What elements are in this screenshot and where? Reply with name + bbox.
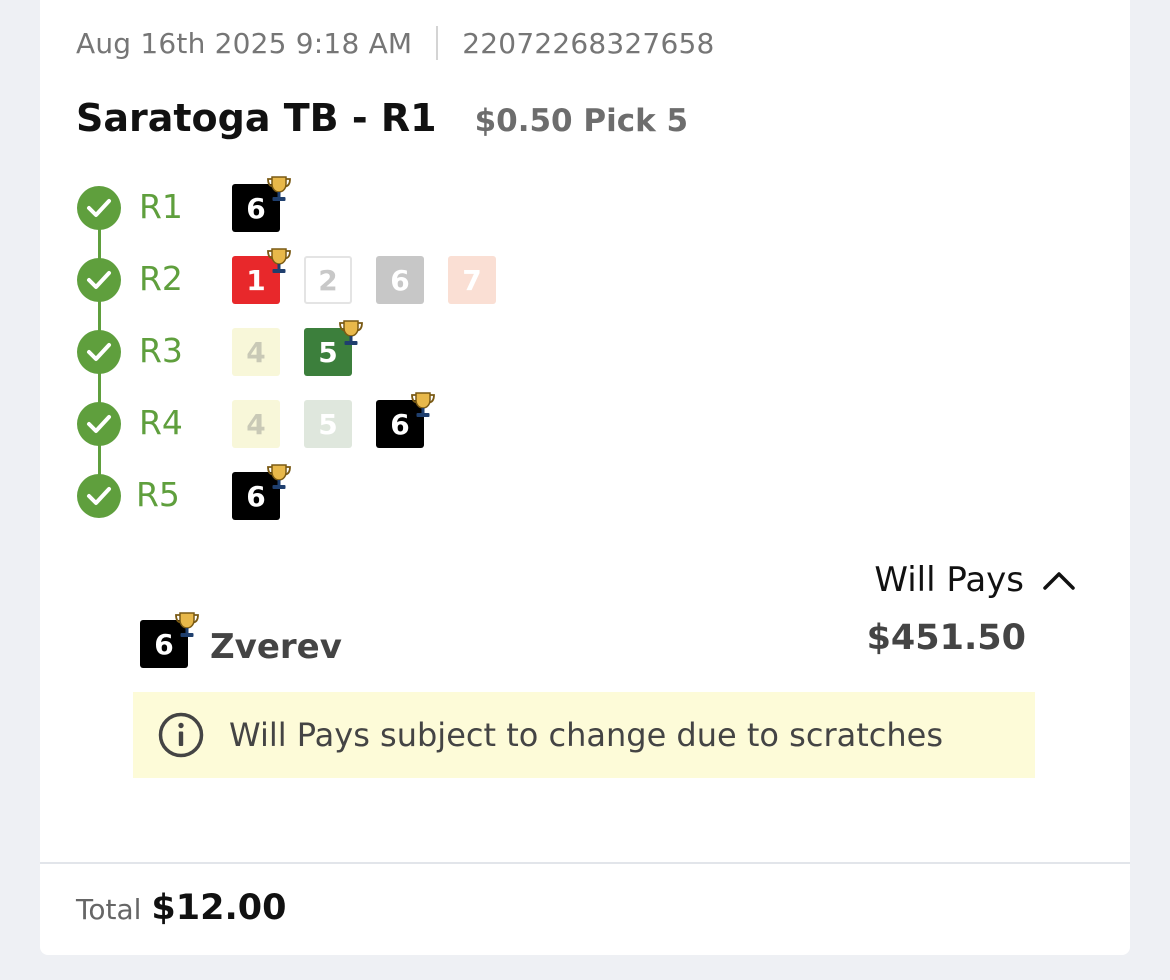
leg-label: R2 xyxy=(139,259,183,298)
will-pays-label: Will Pays xyxy=(874,560,1024,600)
will-pays-amount: $451.50 xyxy=(866,618,1026,658)
runner-selection: 4 xyxy=(232,328,280,376)
ticket-card xyxy=(40,0,1130,955)
total-label: Total xyxy=(76,893,142,926)
scratch-notice-text: Will Pays subject to change due to scrat… xyxy=(229,716,943,754)
scratch-notice: Will Pays subject to change due to scrat… xyxy=(133,692,1035,778)
trophy-icon xyxy=(175,612,199,637)
check-circle-icon xyxy=(77,402,121,446)
trophy-icon xyxy=(267,176,291,201)
leg-label: R4 xyxy=(139,403,183,442)
trophy-icon xyxy=(267,464,291,489)
check-circle-icon xyxy=(77,258,121,302)
trophy-icon xyxy=(411,392,435,417)
will-pays-runner: 6 Zverev xyxy=(140,612,342,668)
leg-label: R3 xyxy=(139,331,183,370)
chevron-up-icon xyxy=(1043,572,1075,590)
wager-type: $0.50 Pick 5 xyxy=(474,103,689,139)
info-icon xyxy=(158,712,204,758)
runner-name: Zverev xyxy=(210,627,342,667)
footer-divider xyxy=(40,862,1130,864)
ticket-title-row: Saratoga TB - R1 $0.50 Pick 5 xyxy=(76,96,688,140)
leg-label: R5 xyxy=(136,475,180,514)
ticket-id: 22072268327658 xyxy=(462,26,715,60)
runner-selection: 7 xyxy=(448,256,496,304)
meta-separator xyxy=(436,26,439,60)
check-circle-icon xyxy=(77,474,121,518)
trophy-icon xyxy=(267,248,291,273)
will-pays-saddle-cloth: 6 xyxy=(140,612,199,668)
will-pays-toggle[interactable]: Will Pays xyxy=(874,560,1076,600)
trophy-icon xyxy=(339,320,363,345)
ticket-date: Aug 16th 2025 9:18 AM xyxy=(76,26,413,60)
runner-selection: 5 xyxy=(304,400,352,448)
runner-selection: 4 xyxy=(232,400,280,448)
runner-selection: 2 xyxy=(304,256,352,304)
check-circle-icon xyxy=(77,186,121,230)
runner-selection: 6 xyxy=(376,256,424,304)
total-amount: $12.00 xyxy=(151,888,287,928)
ticket-meta: Aug 16th 2025 9:18 AM 22072268327658 xyxy=(76,26,714,60)
leg-label: R1 xyxy=(139,187,183,226)
track-race-title: Saratoga TB - R1 xyxy=(76,96,437,140)
check-circle-icon xyxy=(77,330,121,374)
ticket-total: Total $12.00 xyxy=(76,888,286,928)
